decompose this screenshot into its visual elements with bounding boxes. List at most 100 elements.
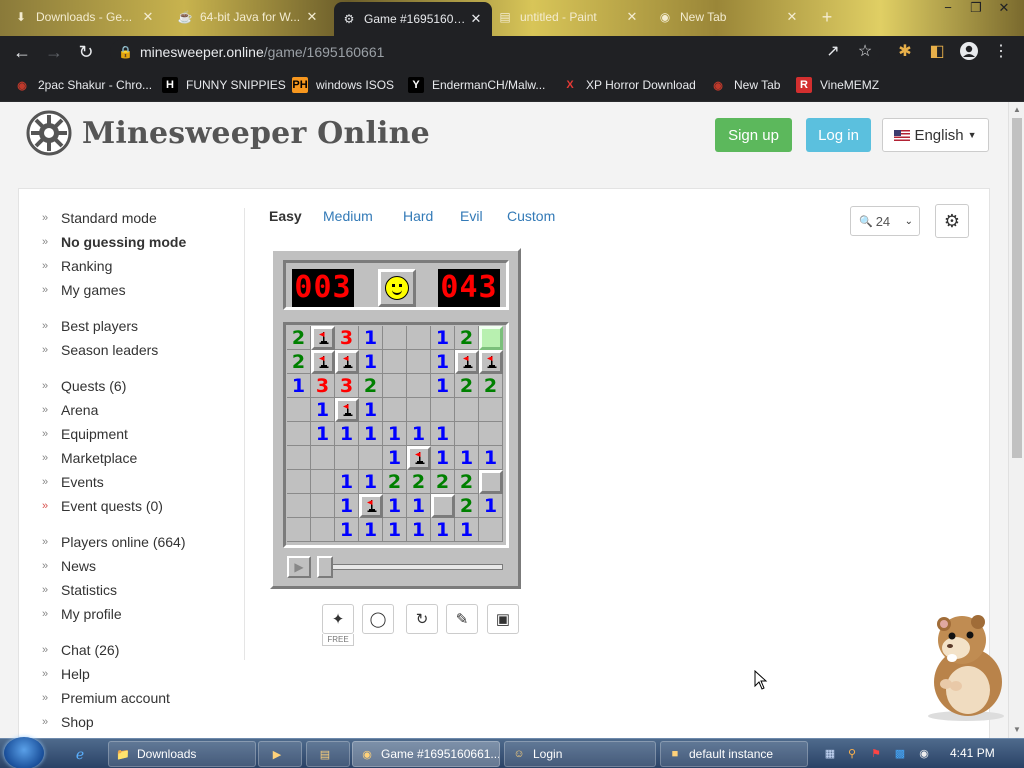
- cell-number[interactable]: 1: [431, 374, 455, 398]
- sidebar-item[interactable]: » My profile: [42, 604, 122, 624]
- sidebar-item[interactable]: » Standard mode: [42, 208, 157, 228]
- bookmark-item[interactable]: X XP Horror Download: [562, 76, 696, 94]
- browser-tab[interactable]: ⚙ Game #16951606... ✕: [334, 2, 492, 36]
- tab-close-icon[interactable]: ✕: [468, 11, 484, 27]
- cell-flagged[interactable]: [335, 350, 359, 374]
- cell-empty[interactable]: [359, 446, 383, 470]
- cell-number[interactable]: 2: [479, 374, 503, 398]
- cell-number[interactable]: 1: [407, 494, 431, 518]
- bookmark-item[interactable]: Y EndermanCH/Malw...: [408, 76, 545, 94]
- tray-search-icon[interactable]: ⚲: [844, 745, 860, 761]
- cell-number[interactable]: 1: [359, 518, 383, 542]
- sidebar-item[interactable]: » Premium account: [42, 688, 170, 708]
- difficulty-tab[interactable]: Hard: [403, 208, 433, 224]
- cell-empty[interactable]: [479, 518, 503, 542]
- taskbar-button[interactable]: ▶: [258, 741, 302, 767]
- taskbar-button[interactable]: ◉ Game #1695160661...: [352, 741, 500, 767]
- cell-empty[interactable]: [383, 374, 407, 398]
- cell-number[interactable]: 1: [311, 422, 335, 446]
- difficulty-tab[interactable]: Easy: [269, 208, 302, 224]
- start-orb-button[interactable]: [4, 737, 44, 768]
- cell-number[interactable]: 1: [479, 446, 503, 470]
- cell-number[interactable]: 1: [455, 518, 479, 542]
- cell-number[interactable]: 1: [431, 446, 455, 470]
- cell-number[interactable]: 1: [311, 398, 335, 422]
- log-in-button[interactable]: Log in: [806, 118, 871, 152]
- internet-explorer-icon[interactable]: ℯ: [68, 742, 92, 766]
- bookmark-star-icon[interactable]: ☆: [854, 41, 876, 63]
- cell-flagged[interactable]: [455, 350, 479, 374]
- back-icon[interactable]: ←: [10, 40, 34, 64]
- tab-close-icon[interactable]: ✕: [624, 9, 640, 25]
- sidebar-item[interactable]: » My games: [42, 280, 126, 300]
- cell-number[interactable]: 2: [287, 350, 311, 374]
- extensions-icon[interactable]: ✱: [894, 41, 916, 63]
- sidebar-item[interactable]: » Events: [42, 472, 104, 492]
- cell-empty[interactable]: [383, 326, 407, 350]
- screenshot-button[interactable]: ▣: [487, 604, 519, 634]
- restart-button[interactable]: ↻: [406, 604, 438, 634]
- difficulty-tab[interactable]: Custom: [507, 208, 555, 224]
- address-bar[interactable]: 🔒 minesweeper.online/game/1695160661: [110, 39, 880, 65]
- cell-empty[interactable]: [311, 470, 335, 494]
- sidebar-item[interactable]: » News: [42, 556, 96, 576]
- sidebar-item[interactable]: » Best players: [42, 316, 138, 336]
- cell-number[interactable]: 2: [455, 470, 479, 494]
- browser-tab[interactable]: ◉ New Tab ✕: [650, 2, 808, 32]
- cell-number[interactable]: 2: [287, 326, 311, 350]
- forward-icon[interactable]: →: [42, 40, 66, 64]
- cell-number[interactable]: 1: [359, 326, 383, 350]
- tray-monitor-icon[interactable]: ▩: [892, 745, 908, 761]
- share-icon[interactable]: ↗: [822, 41, 844, 63]
- sidebar-item[interactable]: » Arena: [42, 400, 98, 420]
- sidebar-item[interactable]: » Marketplace: [42, 448, 137, 468]
- bookmark-item[interactable]: PH windows ISOS: [292, 76, 394, 94]
- sidebar-item[interactable]: » Season leaders: [42, 340, 158, 360]
- cell-empty[interactable]: [407, 398, 431, 422]
- taskbar-clock[interactable]: 4:41 PM: [950, 746, 995, 760]
- cell-empty[interactable]: [287, 470, 311, 494]
- hint-wand-button[interactable]: ✦: [322, 604, 354, 634]
- cell-number[interactable]: 1: [359, 398, 383, 422]
- bookmark-item[interactable]: H FUNNY SNIPPIES: [162, 76, 286, 94]
- cell-number[interactable]: 2: [383, 470, 407, 494]
- cell-number[interactable]: 1: [383, 422, 407, 446]
- cell-number[interactable]: 1: [407, 422, 431, 446]
- cell-number[interactable]: 3: [335, 374, 359, 398]
- bookmark-item[interactable]: ◉ 2pac Shakur - Chro...: [14, 76, 152, 94]
- tab-close-icon[interactable]: ✕: [304, 9, 320, 25]
- cell-number[interactable]: 1: [359, 350, 383, 374]
- cell-number[interactable]: 1: [431, 326, 455, 350]
- maximize-icon[interactable]: ❐: [962, 0, 990, 18]
- cell-number[interactable]: 1: [407, 518, 431, 542]
- sidebar-item[interactable]: » Players online (664): [42, 532, 186, 552]
- cell-empty[interactable]: [383, 398, 407, 422]
- cell-empty[interactable]: [407, 374, 431, 398]
- cell-number[interactable]: 2: [455, 494, 479, 518]
- face-restart-button[interactable]: [378, 269, 416, 307]
- taskbar-button[interactable]: ▤: [306, 741, 350, 767]
- reload-icon[interactable]: ↻: [74, 40, 98, 64]
- language-dropdown[interactable]: English ▼: [882, 118, 989, 152]
- sidebar-item[interactable]: » Equipment: [42, 424, 128, 444]
- cell-empty[interactable]: [287, 446, 311, 470]
- cell-empty[interactable]: [287, 422, 311, 446]
- sign-up-button[interactable]: Sign up: [715, 118, 792, 152]
- sidebar-item[interactable]: » Ranking: [42, 256, 112, 276]
- cell-number[interactable]: 1: [431, 422, 455, 446]
- cell-empty[interactable]: [407, 326, 431, 350]
- profile-icon[interactable]: [958, 41, 980, 63]
- tab-close-icon[interactable]: ✕: [140, 9, 156, 25]
- cell-empty[interactable]: [287, 518, 311, 542]
- cell-flagged[interactable]: [407, 446, 431, 470]
- cell-number[interactable]: 1: [479, 494, 503, 518]
- cell-number[interactable]: 2: [359, 374, 383, 398]
- bookmark-item[interactable]: ◉ New Tab: [710, 76, 780, 94]
- cell-flagged[interactable]: [359, 494, 383, 518]
- cell-number[interactable]: 1: [335, 518, 359, 542]
- difficulty-tab[interactable]: Medium: [323, 208, 373, 224]
- cell-empty[interactable]: [335, 446, 359, 470]
- cell-number[interactable]: 2: [455, 374, 479, 398]
- difficulty-tab[interactable]: Evil: [460, 208, 483, 224]
- cell-empty[interactable]: [287, 398, 311, 422]
